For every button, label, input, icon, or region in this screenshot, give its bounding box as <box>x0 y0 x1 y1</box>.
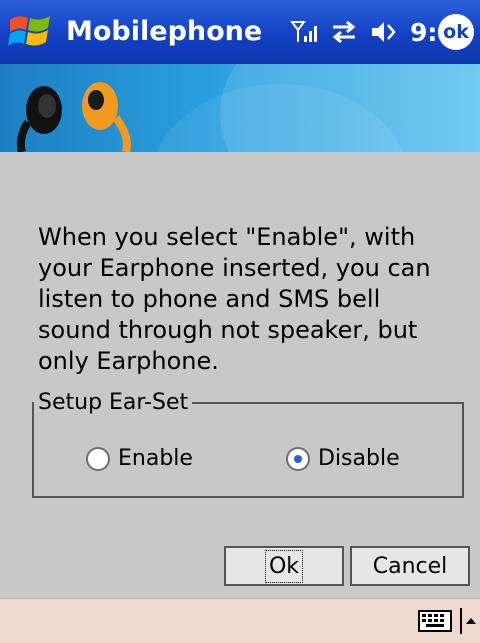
enable-radio-label: Enable <box>118 446 193 471</box>
title-bar: Mobilephone 9:40 ok <box>0 0 480 64</box>
earphones-icon <box>16 82 131 152</box>
group-label: Setup Ear-Set <box>34 390 193 415</box>
connectivity-icon <box>332 20 356 44</box>
info-message: When you select "Enable", with your Earp… <box>38 223 431 375</box>
enable-radio[interactable]: Enable <box>86 446 193 471</box>
up-arrow-icon[interactable] <box>460 608 476 634</box>
cancel-button-label: Cancel <box>372 553 448 579</box>
radio-circle <box>86 446 110 471</box>
ok-close-button[interactable]: ok <box>438 14 474 50</box>
signal-strength-icon <box>290 21 317 42</box>
disable-radio-label: Disable <box>318 446 400 471</box>
windows-start-icon[interactable] <box>6 6 56 58</box>
header-banner <box>0 64 480 152</box>
cancel-button[interactable]: Cancel <box>350 546 470 586</box>
window-title: Mobilephone <box>66 16 263 47</box>
menu-bar <box>0 598 480 643</box>
radio-circle-selected <box>286 446 310 471</box>
keyboard-icon[interactable] <box>418 608 452 634</box>
disable-radio[interactable]: Disable <box>286 446 400 471</box>
volume-icon <box>372 22 396 42</box>
ok-button-label: Ok <box>264 549 304 583</box>
ok-button[interactable]: Ok <box>224 546 344 586</box>
banner-decoration <box>220 64 480 152</box>
